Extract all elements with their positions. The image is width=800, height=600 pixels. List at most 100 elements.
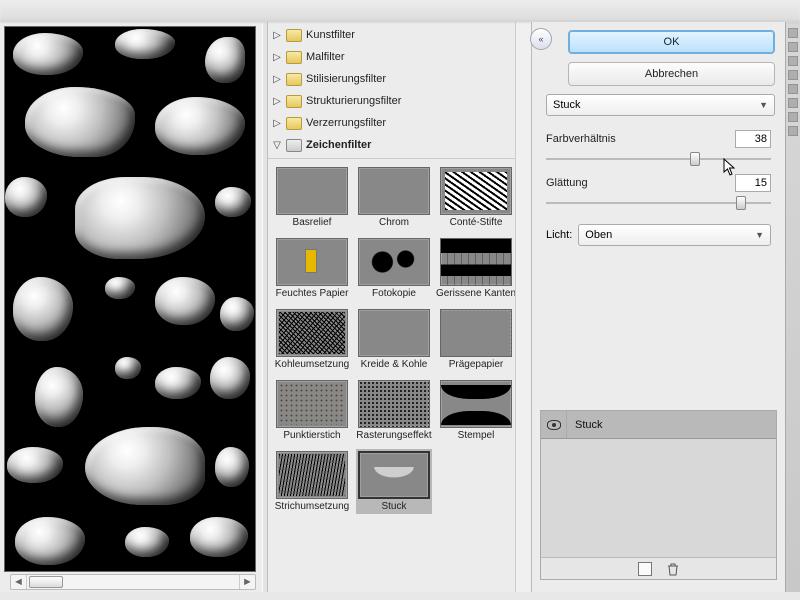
filter-thumbnail[interactable]: Strichumsetzung bbox=[274, 449, 350, 514]
filter-category[interactable]: ▽ Zeichenfilter bbox=[268, 134, 515, 156]
thumbnail-label: Kreide & Kohle bbox=[361, 359, 428, 370]
thumbnail-label: Prägepapier bbox=[449, 359, 503, 370]
thumbnail-image bbox=[276, 451, 348, 499]
folder-icon bbox=[286, 117, 302, 130]
thumbnail-image bbox=[276, 238, 348, 286]
thumbnail-image bbox=[440, 309, 512, 357]
thumbnail-label: Kohleumsetzung bbox=[275, 359, 350, 370]
filter-thumbnail[interactable]: Kreide & Kohle bbox=[356, 307, 432, 372]
right-dock bbox=[785, 22, 800, 592]
preview-image[interactable] bbox=[4, 26, 256, 572]
light-value: Oben bbox=[585, 229, 612, 241]
folder-icon bbox=[286, 95, 302, 108]
thumbnail-label: Stuck bbox=[381, 501, 406, 512]
light-row: Licht: Oben ▼ bbox=[546, 224, 771, 246]
thumbnail-image bbox=[358, 238, 430, 286]
triangle-right-icon: ▷ bbox=[272, 52, 282, 63]
effect-layers-panel: Stuck bbox=[540, 410, 777, 580]
thumbnail-grid: Basrelief Chrom Conté-Stifte Feuchtes Papie… bbox=[274, 165, 513, 514]
filter-thumbnail[interactable]: Gerissene Kanten bbox=[438, 236, 514, 301]
triangle-down-icon: ▽ bbox=[272, 140, 282, 151]
thumbnail-image bbox=[358, 380, 430, 428]
folder-icon bbox=[286, 139, 302, 152]
thumbnail-image bbox=[276, 167, 348, 215]
cancel-button[interactable]: Abbrechen bbox=[568, 62, 775, 86]
folder-icon bbox=[286, 29, 302, 42]
filter-gallery-dialog: ◄ ► ▷Kunstfilter▷Malfilter▷Stilisierungs… bbox=[0, 22, 800, 592]
filter-thumbnail[interactable]: Stempel bbox=[438, 378, 514, 443]
param-value-input[interactable] bbox=[735, 174, 771, 192]
filter-category[interactable]: ▷Stilisierungsfilter bbox=[268, 68, 515, 90]
thumbnails-scroll[interactable]: Basrelief Chrom Conté-Stifte Feuchtes Papie… bbox=[268, 159, 515, 592]
category-label: Zeichenfilter bbox=[306, 139, 371, 151]
filter-thumbnail[interactable]: Conté-Stifte bbox=[438, 165, 514, 230]
scroll-thumb[interactable] bbox=[29, 576, 63, 588]
preview-hscrollbar[interactable]: ◄ ► bbox=[10, 574, 256, 590]
scroll-left-icon[interactable]: ◄ bbox=[11, 575, 27, 589]
param-label: Glättung bbox=[546, 177, 588, 189]
thumbnail-label: Conté-Stifte bbox=[450, 217, 503, 228]
thumbnail-image bbox=[358, 309, 430, 357]
filter-thumbnail[interactable]: Kohleumsetzung bbox=[274, 307, 350, 372]
chevron-down-icon: ▼ bbox=[759, 100, 768, 110]
thumbnail-image bbox=[358, 167, 430, 215]
thumbnail-label: Rasterungseffekt bbox=[356, 430, 431, 441]
thumbnail-label: Chrom bbox=[379, 217, 409, 228]
param-farbverhaeltnis: Farbverhältnis bbox=[546, 130, 771, 166]
thumbnail-label: Punktierstich bbox=[283, 430, 340, 441]
filter-vscrollbar[interactable] bbox=[515, 22, 531, 592]
category-label: Malfilter bbox=[306, 51, 345, 63]
category-label: Verzerrungsfilter bbox=[306, 117, 386, 129]
thumbnail-image bbox=[358, 451, 430, 499]
effect-layer-row[interactable]: Stuck bbox=[541, 411, 776, 439]
triangle-right-icon: ▷ bbox=[272, 118, 282, 129]
category-label: Strukturierungsfilter bbox=[306, 95, 401, 107]
thumbnail-label: Strichumsetzung bbox=[275, 501, 349, 512]
filter-thumbnail[interactable]: Punktierstich bbox=[274, 378, 350, 443]
filter-thumbnail[interactable]: Stuck bbox=[356, 449, 432, 514]
controls-pane: « OK Abbrechen Stuck ▼ Farbverhältnis Gl… bbox=[532, 22, 785, 592]
eye-icon bbox=[547, 420, 561, 430]
thumbnail-label: Stempel bbox=[458, 430, 495, 441]
thumbnail-label: Fotokopie bbox=[372, 288, 416, 299]
ok-button[interactable]: OK bbox=[568, 30, 775, 54]
chevron-down-icon: ▼ bbox=[755, 230, 764, 240]
visibility-toggle[interactable] bbox=[541, 411, 567, 438]
new-effect-layer-icon[interactable] bbox=[638, 562, 652, 576]
param-label: Farbverhältnis bbox=[546, 133, 616, 145]
folder-icon bbox=[286, 73, 302, 86]
thumbnail-label: Feuchtes Papier bbox=[276, 288, 349, 299]
filter-thumbnail[interactable]: Basrelief bbox=[274, 165, 350, 230]
scroll-right-icon[interactable]: ► bbox=[239, 575, 255, 589]
collapse-pane-icon[interactable]: « bbox=[530, 28, 552, 50]
triangle-right-icon: ▷ bbox=[272, 30, 282, 41]
filter-category[interactable]: ▷ Verzerrungsfilter bbox=[268, 112, 515, 134]
thumbnail-image bbox=[276, 380, 348, 428]
thumbnail-label: Basrelief bbox=[293, 217, 332, 228]
filter-thumbnail[interactable]: Rasterungseffekt bbox=[356, 378, 432, 443]
triangle-right-icon: ▷ bbox=[272, 74, 282, 85]
filter-thumbnail[interactable]: Feuchtes Papier bbox=[274, 236, 350, 301]
param-slider[interactable] bbox=[546, 152, 771, 166]
triangle-right-icon: ▷ bbox=[272, 96, 282, 107]
filter-category-list: ▷Kunstfilter▷Malfilter▷Stilisierungsfilt… bbox=[268, 22, 515, 159]
param-value-input[interactable] bbox=[735, 130, 771, 148]
preview-pane: ◄ ► bbox=[0, 22, 262, 592]
filter-category[interactable]: ▷ Malfilter bbox=[268, 46, 515, 68]
effect-layer-name: Stuck bbox=[567, 419, 603, 431]
filter-category[interactable]: ▷ Strukturierungsfilter bbox=[268, 90, 515, 112]
param-slider[interactable] bbox=[546, 196, 771, 210]
filter-thumbnail[interactable]: Prägepapier bbox=[438, 307, 514, 372]
filter-thumbnail[interactable]: Chrom bbox=[356, 165, 432, 230]
thumbnail-image bbox=[440, 380, 512, 428]
filter-select-combo[interactable]: Stuck ▼ bbox=[546, 94, 775, 116]
light-label: Licht: bbox=[546, 229, 572, 241]
thumbnail-image bbox=[440, 238, 512, 286]
preview-scroll-row: ◄ ► bbox=[4, 572, 262, 592]
delete-effect-layer-icon[interactable] bbox=[666, 562, 680, 576]
filter-category[interactable]: ▷Kunstfilter bbox=[268, 24, 515, 46]
filter-thumbnail[interactable]: Fotokopie bbox=[356, 236, 432, 301]
light-combo[interactable]: Oben ▼ bbox=[578, 224, 771, 246]
param-glaettung: Glättung bbox=[546, 174, 771, 210]
folder-icon bbox=[286, 51, 302, 64]
